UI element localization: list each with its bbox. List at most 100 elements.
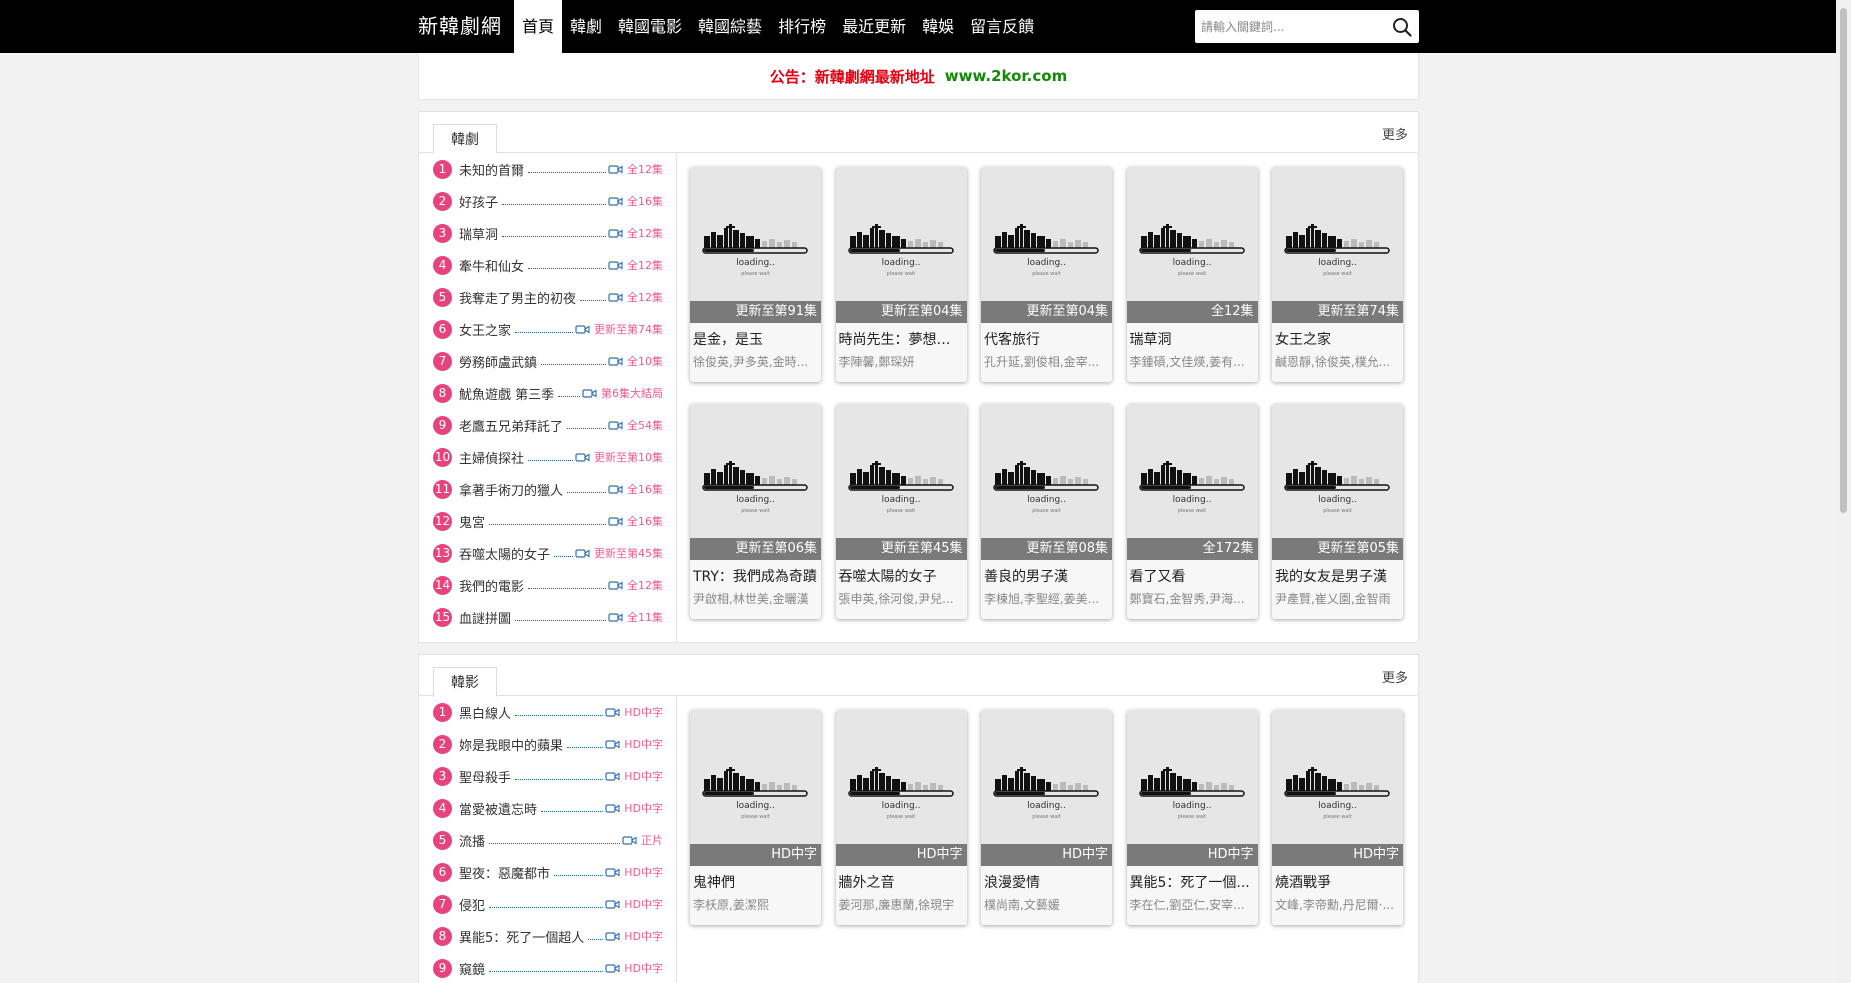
video-card[interactable]: loading.. please wait 更新至第04集 代客旅行 孔升延,劉俊相,金… <box>981 167 1112 382</box>
card-title[interactable]: 浪漫愛情 <box>984 872 1109 892</box>
rank-item[interactable]: 13 吞噬太陽的女子 更新至第45集 <box>433 537 663 569</box>
card-title[interactable]: 女王之家 <box>1275 329 1400 349</box>
rank-item[interactable]: 14 我們的電影 全12集 <box>433 569 663 601</box>
card-title[interactable]: 燒酒戰爭 <box>1275 872 1400 892</box>
card-poster[interactable]: loading.. please wait <box>981 710 1112 865</box>
video-card[interactable]: loading.. please wait HD中字 燒酒戰爭 文峰,李帝勳,丹尼爾·.… <box>1272 710 1403 925</box>
video-camera-icon <box>608 356 623 367</box>
video-card[interactable]: loading.. please wait 更新至第05集 我的女友是男子漢 尹產賢,崔… <box>1272 404 1403 619</box>
video-card[interactable]: loading.. please wait 全12集 瑞草洞 李鍾碩,文佳煐,姜有... <box>1126 167 1258 382</box>
loading-text: loading.. <box>881 495 921 505</box>
section-tab-korean-drama[interactable]: 韓劇 <box>433 124 497 154</box>
rank-item[interactable]: 10 主婦偵探社 更新至第10集 <box>433 441 663 473</box>
video-card[interactable]: loading.. please wait 更新至第08集 善良的男子漢 李棟旭,李聖經… <box>981 404 1112 619</box>
video-card[interactable]: loading.. please wait HD中字 牆外之音 姜河那,廉惠蘭,徐現宇 <box>835 710 967 925</box>
rank-list: 1 黑白線人 HD中字 2 妳是我眼中的蘋果 HD中字 3 聖母殺手 HD中字 4 當愛被遺忘時 HD… <box>433 696 663 983</box>
search-input[interactable] <box>1195 10 1385 43</box>
rank-title: 窺鏡 <box>459 962 486 978</box>
video-card[interactable]: loading.. please wait HD中字 浪漫愛情 樸尚南,文藝媛 <box>981 710 1112 925</box>
nav-ranking[interactable]: 排行榜 <box>770 0 834 53</box>
rank-item[interactable]: 8 異能5：死了一個超人 HD中字 <box>433 920 663 952</box>
card-title[interactable]: 吞噬太陽的女子 <box>839 566 964 586</box>
card-title[interactable]: 善良的男子漢 <box>984 566 1109 586</box>
card-title[interactable]: 是金，是玉 <box>693 329 818 349</box>
nav-k-entertainment[interactable]: 韓娛 <box>914 0 962 53</box>
rank-item[interactable]: 9 窺鏡 HD中字 <box>433 952 663 983</box>
rank-item[interactable]: 6 女王之家 更新至第74集 <box>433 313 663 345</box>
page-scrollbar[interactable] <box>1836 0 1851 983</box>
rank-item[interactable]: 11 拿著手術刀的獵人 全16集 <box>433 473 663 505</box>
nav-recent-updates[interactable]: 最近更新 <box>834 0 914 53</box>
site-logo[interactable]: 新韓劇網 <box>418 0 502 53</box>
search-button[interactable] <box>1385 10 1419 43</box>
card-poster[interactable]: loading.. please wait <box>1272 710 1403 865</box>
card-poster[interactable]: loading.. please wait <box>690 710 821 865</box>
more-link[interactable]: 更多 <box>1382 124 1408 143</box>
card-poster[interactable]: loading.. please wait <box>1272 404 1403 559</box>
card-title[interactable]: 我的女友是男子漢 <box>1275 566 1400 586</box>
video-card[interactable]: loading.. please wait 更新至第91集 是金，是玉 徐俊英,尹多英,… <box>690 167 821 382</box>
section-tab-korean-movie[interactable]: 韓影 <box>433 667 497 697</box>
card-poster[interactable]: loading.. please wait <box>981 404 1112 559</box>
rank-item[interactable]: 6 聖夜：惡魔都市 HD中字 <box>433 856 663 888</box>
rank-item[interactable]: 4 牽牛和仙女 全12集 <box>433 249 663 281</box>
card-poster[interactable]: loading.. please wait <box>1126 167 1258 322</box>
card-actors: 尹啟相,林世美,金曬漢 <box>693 592 809 606</box>
rank-item[interactable]: 3 聖母殺手 HD中字 <box>433 760 663 792</box>
card-poster[interactable]: loading.. please wait <box>1126 710 1258 865</box>
rank-status: 全12集 <box>627 163 663 176</box>
nav-feedback[interactable]: 留言反饋 <box>962 0 1042 53</box>
rank-item[interactable]: 5 我奪走了男主的初夜 全12集 <box>433 281 663 313</box>
card-title[interactable]: 時尚先生：夢想成... <box>839 329 964 349</box>
rank-item[interactable]: 3 瑞草洞 全12集 <box>433 217 663 249</box>
card-poster[interactable]: loading.. please wait <box>835 404 967 559</box>
video-card[interactable]: loading.. please wait HD中字 鬼神們 李枖原,姜潔熙 <box>690 710 821 925</box>
card-title[interactable]: 瑞草洞 <box>1130 329 1255 349</box>
nav-korean-drama[interactable]: 韓劇 <box>562 0 610 53</box>
scrollbar-thumb[interactable] <box>1840 8 1847 513</box>
nav-home[interactable]: 首頁 <box>514 0 563 53</box>
video-card[interactable]: loading.. please wait 更新至第06集 TRY：我們成為奇蹟 尹啟相… <box>690 404 821 619</box>
card-poster[interactable]: loading.. please wait <box>690 167 821 322</box>
rank-item[interactable]: 8 魷魚遊戲 第三季 第6集大結局 <box>433 377 663 409</box>
rank-item[interactable]: 4 當愛被遺忘時 HD中字 <box>433 792 663 824</box>
rank-item[interactable]: 7 勞務師盧武鎮 全10集 <box>433 345 663 377</box>
card-title[interactable]: 代客旅行 <box>984 329 1109 349</box>
episode-badge: 更新至第74集 <box>1272 301 1403 323</box>
rank-item[interactable]: 2 好孩子 全16集 <box>433 185 663 217</box>
dotted-leader <box>567 427 606 429</box>
rank-item[interactable]: 2 妳是我眼中的蘋果 HD中字 <box>433 728 663 760</box>
card-poster[interactable]: loading.. please wait <box>835 167 967 322</box>
rank-status: HD中字 <box>624 866 663 879</box>
section-header: 韓影 更多 <box>419 655 1418 697</box>
card-title[interactable]: TRY：我們成為奇蹟 <box>693 566 818 586</box>
rank-item[interactable]: 7 侵犯 HD中字 <box>433 888 663 920</box>
rank-item[interactable]: 9 老鷹五兄弟拜託了 全54集 <box>433 409 663 441</box>
nav-korean-movie[interactable]: 韓國電影 <box>610 0 690 53</box>
card-poster[interactable]: loading.. please wait <box>690 404 821 559</box>
rank-item[interactable]: 1 未知的首爾 全12集 <box>433 153 663 185</box>
rank-status: 更新至第10集 <box>594 451 663 464</box>
card-title[interactable]: 鬼神們 <box>693 872 818 892</box>
card-title[interactable]: 異能5：死了一個... <box>1130 872 1255 892</box>
nav-korean-variety[interactable]: 韓國綜藝 <box>690 0 770 53</box>
video-card[interactable]: loading.. please wait 更新至第74集 女王之家 鹹恩靜,徐俊英,樸… <box>1272 167 1403 382</box>
card-poster[interactable]: loading.. please wait <box>981 167 1112 322</box>
main-nav: 首頁 韓劇 韓國電影 韓國綜藝 排行榜 最近更新 韓娛 留言反饋 <box>514 0 1042 53</box>
card-poster[interactable]: loading.. please wait <box>1126 404 1258 559</box>
more-link[interactable]: 更多 <box>1382 667 1408 686</box>
card-title[interactable]: 牆外之音 <box>839 872 964 892</box>
rank-item[interactable]: 12 鬼宮 全16集 <box>433 505 663 537</box>
video-card[interactable]: loading.. please wait 更新至第04集 時尚先生：夢想成... 李陣… <box>835 167 967 382</box>
rank-item[interactable]: 5 流播 正片 <box>433 824 663 856</box>
video-card[interactable]: loading.. please wait 全172集 看了又看 鄭寶石,金智秀,尹海.… <box>1126 404 1258 619</box>
rank-item[interactable]: 1 黑白線人 HD中字 <box>433 696 663 728</box>
card-title[interactable]: 看了又看 <box>1130 566 1255 586</box>
video-card[interactable]: loading.. please wait 更新至第45集 吞噬太陽的女子 張申英,徐河… <box>835 404 967 619</box>
rank-item[interactable]: 15 血謎拼圖 全11集 <box>433 601 663 633</box>
card-poster[interactable]: loading.. please wait <box>835 710 967 865</box>
video-card[interactable]: loading.. please wait HD中字 異能5：死了一個... 李在仁,劉… <box>1126 710 1258 925</box>
announcement-link[interactable]: www.2kor.com <box>945 67 1067 85</box>
loading-subtext: please wait <box>886 814 916 820</box>
card-poster[interactable]: loading.. please wait <box>1272 167 1403 322</box>
